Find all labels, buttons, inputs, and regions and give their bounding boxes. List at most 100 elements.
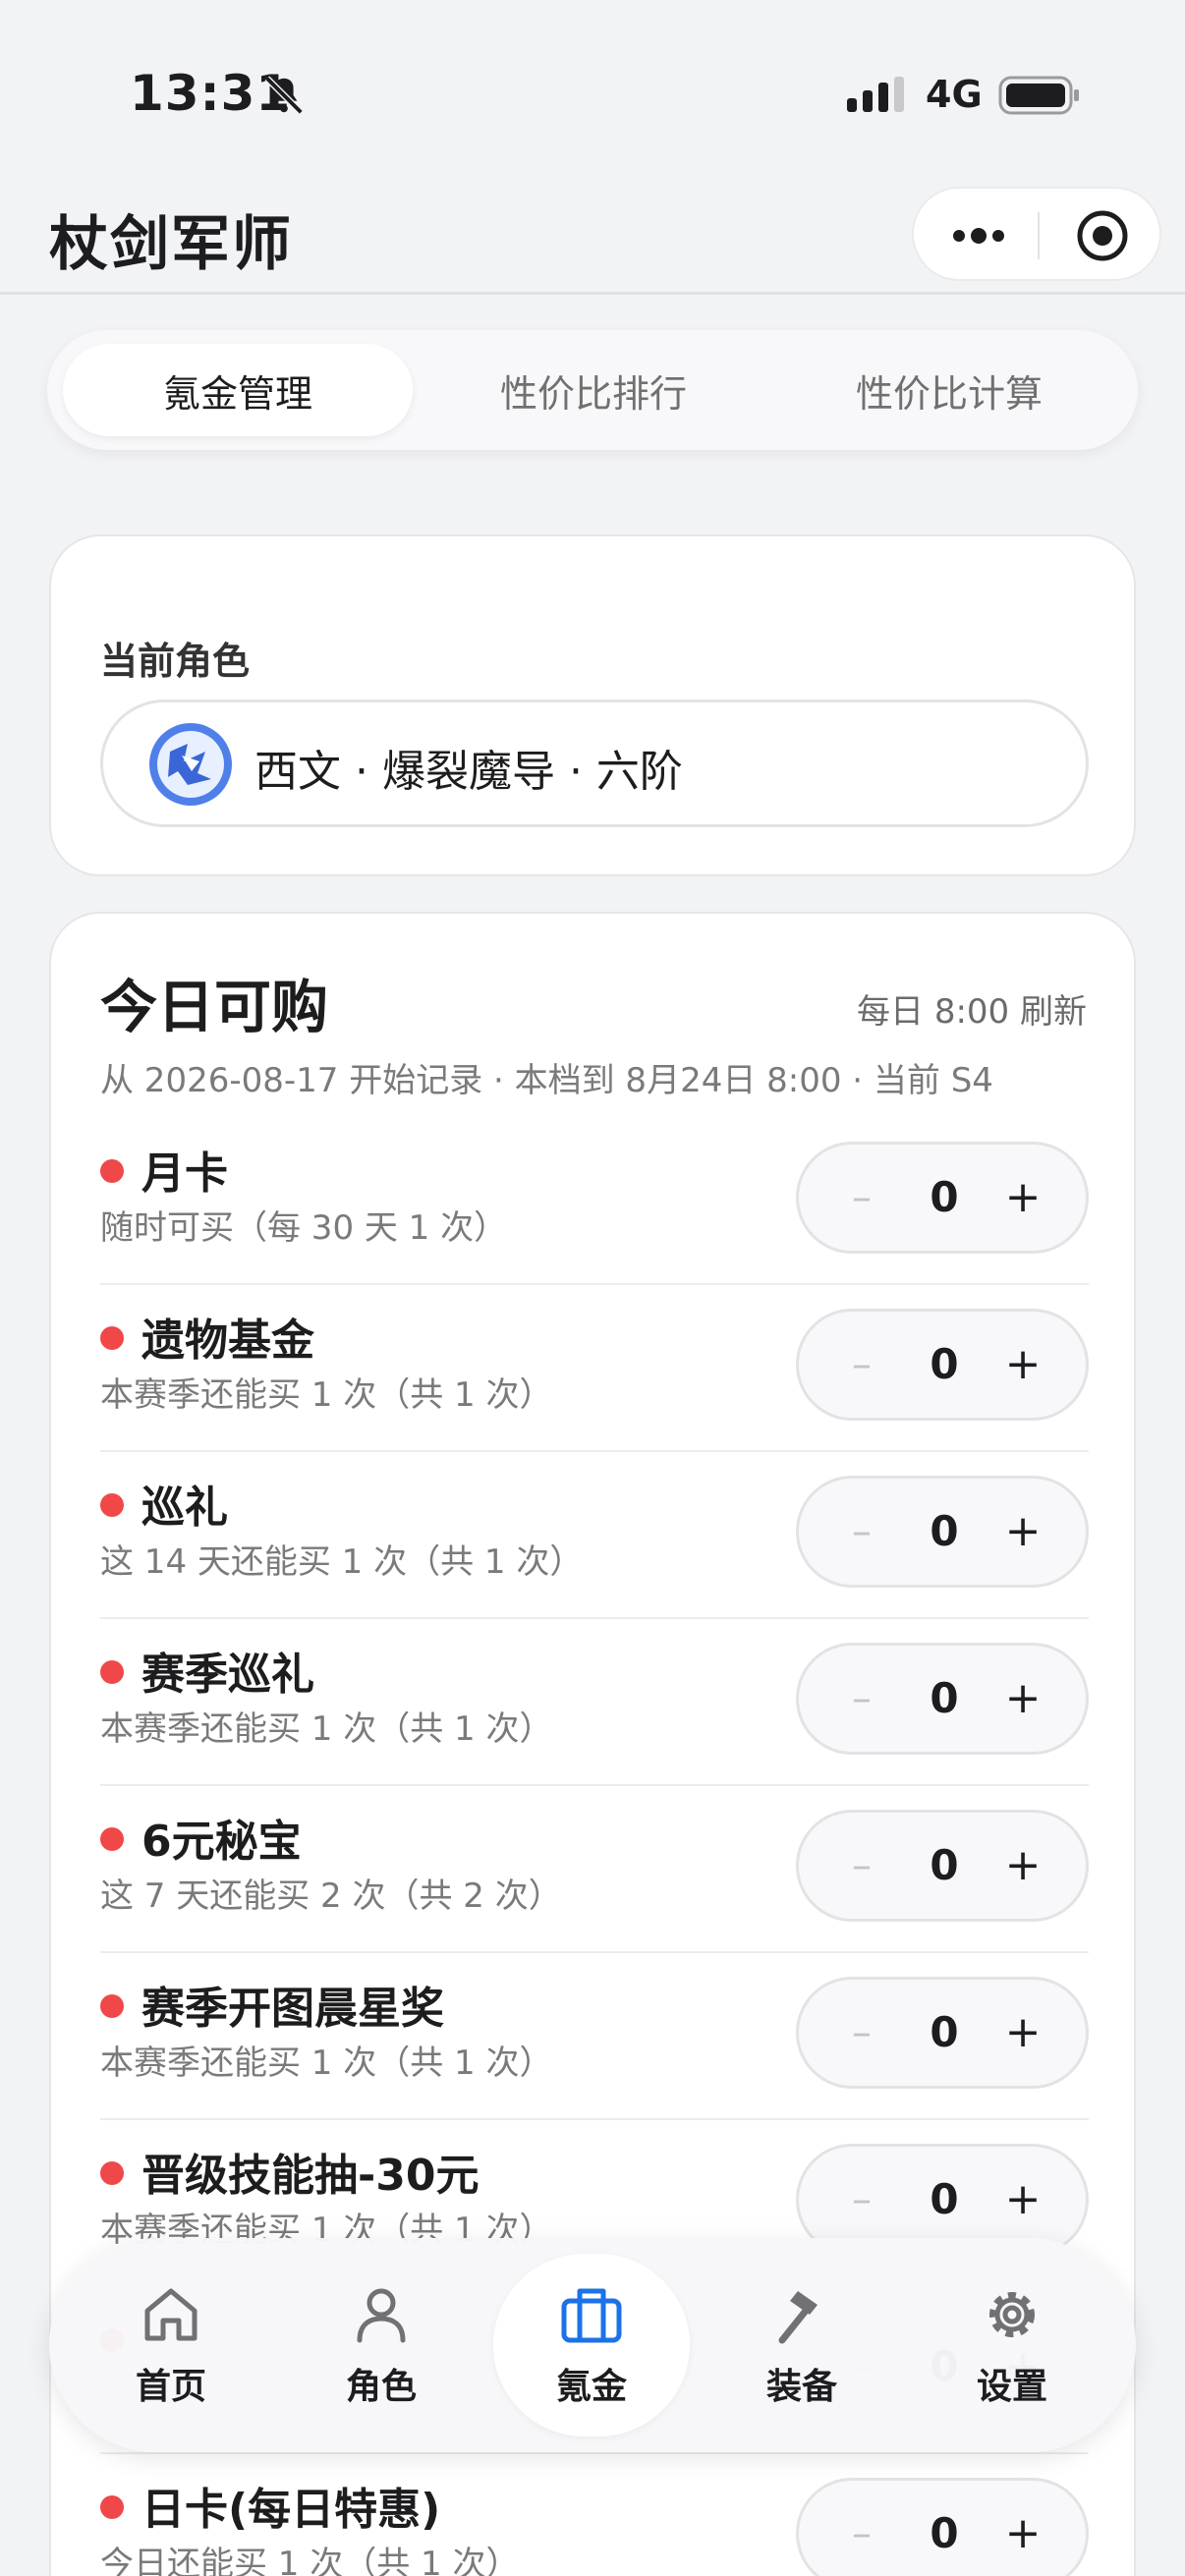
- quantity-value: 0: [930, 1841, 959, 1889]
- tabbar-label: 设置: [976, 2367, 1047, 2407]
- quantity-value: 0: [930, 1674, 959, 1722]
- status-dot: [100, 2495, 124, 2519]
- purchase-item: 日卡(每日特惠) 今日还能买 1 次（共 1 次） – 0 +: [100, 2454, 1089, 2576]
- status-dot: [100, 1326, 124, 1350]
- hammer-icon: [778, 2291, 818, 2344]
- role-selector[interactable]: 西文 · 爆裂魔导 · 六阶: [100, 700, 1089, 827]
- role-avatar-icon: [149, 723, 232, 806]
- purchase-item: 月卡 随时可买（每 30 天 1 次） – 0 +: [100, 1118, 1089, 1285]
- purchase-item: 6元秘宝 这 7 天还能买 2 次（共 2 次） – 0 +: [100, 1786, 1089, 1953]
- status-dot: [100, 1827, 124, 1851]
- increment-button[interactable]: +: [993, 1832, 1052, 1899]
- item-name: 日卡(每日特惠): [141, 2485, 441, 2535]
- quantity-value: 0: [930, 2175, 959, 2223]
- decrement-button[interactable]: –: [832, 1500, 891, 1563]
- increment-button[interactable]: +: [993, 2166, 1052, 2233]
- bell-muted-icon: [264, 76, 304, 115]
- capsule-divider: [1038, 212, 1040, 259]
- quantity-stepper: – 0 +: [796, 1476, 1089, 1588]
- item-name: 月卡: [141, 1148, 228, 1199]
- battery-icon: [998, 76, 1079, 115]
- status-bar: 13:31 4G: [0, 0, 1185, 187]
- increment-button[interactable]: +: [993, 1498, 1052, 1565]
- tabbar-recharge[interactable]: 氪金: [493, 2254, 690, 2436]
- refresh-note: 每日 8:00 刷新: [857, 992, 1087, 1032]
- miniapp-capsule: [912, 187, 1161, 281]
- role-label: 当前角色: [100, 640, 251, 683]
- purchase-item: 巡礼 这 14 天还能买 1 次（共 1 次） – 0 +: [100, 1452, 1089, 1619]
- person-icon: [357, 2288, 406, 2343]
- item-name: 赛季巡礼: [141, 1650, 314, 1700]
- tab-value-calculator[interactable]: 性价比计算: [774, 344, 1124, 436]
- item-name: 巡礼: [141, 1483, 228, 1533]
- quantity-value: 0: [930, 2509, 959, 2557]
- increment-button[interactable]: +: [993, 1164, 1052, 1231]
- increment-button[interactable]: +: [993, 1331, 1052, 1398]
- item-desc: 本赛季还能买 1 次（共 1 次）: [100, 1375, 553, 1415]
- quantity-stepper: – 0 +: [796, 1309, 1089, 1421]
- item-desc: 本赛季还能买 1 次（共 1 次）: [100, 2044, 553, 2083]
- quantity-value: 0: [930, 2008, 959, 2056]
- purchase-item: 遗物基金 本赛季还能买 1 次（共 1 次） – 0 +: [100, 1285, 1089, 1452]
- segment-tabs: 氪金管理 性价比排行 性价比计算: [47, 330, 1138, 450]
- quantity-value: 0: [930, 1507, 959, 1555]
- quantity-value: 0: [930, 1340, 959, 1388]
- item-name: 晋级技能抽-30元: [141, 2151, 480, 2201]
- section-title: 今日可购: [100, 974, 329, 1040]
- tabbar-label: 角色: [345, 2367, 417, 2407]
- quantity-stepper: – 0 +: [796, 1810, 1089, 1922]
- decrement-button[interactable]: –: [832, 1667, 891, 1730]
- wallet-icon: [561, 2288, 622, 2343]
- nav-bar: 杖剑军师: [0, 187, 1185, 295]
- signal-icon: [847, 77, 904, 112]
- tabbar-role[interactable]: 角色: [283, 2254, 480, 2436]
- decrement-button[interactable]: –: [832, 1834, 891, 1897]
- item-desc: 今日还能买 1 次（共 1 次）: [100, 2545, 520, 2576]
- tabbar-label: 装备: [765, 2367, 837, 2407]
- quantity-stepper: – 0 +: [796, 1643, 1089, 1755]
- tabbar-home[interactable]: 首页: [73, 2254, 269, 2436]
- item-desc: 本赛季还能买 1 次（共 1 次）: [100, 1709, 553, 1749]
- status-dot: [100, 1994, 124, 2018]
- decrement-button[interactable]: –: [832, 1333, 891, 1396]
- item-desc: 这 14 天还能买 1 次（共 1 次）: [100, 1542, 584, 1582]
- increment-button[interactable]: +: [993, 1999, 1052, 2066]
- tabbar-equipment[interactable]: 装备: [704, 2254, 900, 2436]
- app-title: 杖剑军师: [49, 210, 293, 279]
- status-dot: [100, 1660, 124, 1684]
- quantity-value: 0: [930, 1173, 959, 1221]
- item-name: 遗物基金: [141, 1316, 314, 1366]
- increment-button[interactable]: +: [993, 2500, 1052, 2567]
- tabbar-label: 首页: [135, 2367, 206, 2407]
- decrement-button[interactable]: –: [832, 2168, 891, 2231]
- more-icon[interactable]: [949, 214, 1008, 257]
- tabbar-settings[interactable]: 设置: [914, 2254, 1110, 2436]
- home-icon: [144, 2288, 198, 2341]
- item-name: 赛季开图晨星奖: [141, 1984, 444, 2034]
- status-dot: [100, 1159, 124, 1183]
- role-card: 当前角色 西文 · 爆裂魔导 · 六阶: [49, 534, 1136, 876]
- bottom-tab-bar: 首页 角色 氪金 装备 设置: [49, 2238, 1136, 2452]
- role-name: 西文 · 爆裂魔导 · 六阶: [254, 747, 683, 797]
- gear-icon: [989, 2292, 1035, 2337]
- decrement-button[interactable]: –: [832, 2502, 891, 2565]
- item-desc: 这 7 天还能买 2 次（共 2 次）: [100, 1876, 562, 1916]
- record-subtitle: 从 2026-08-17 开始记录 · 本档到 8月24日 8:00 · 当前 …: [100, 1061, 993, 1100]
- item-desc: 随时可买（每 30 天 1 次）: [100, 1208, 508, 1248]
- decrement-button[interactable]: –: [832, 2001, 891, 2064]
- decrement-button[interactable]: –: [832, 1166, 891, 1229]
- increment-button[interactable]: +: [993, 1665, 1052, 1732]
- tab-value-ranking[interactable]: 性价比排行: [419, 344, 768, 436]
- network-type: 4G: [926, 73, 983, 116]
- status-dot: [100, 1493, 124, 1517]
- quantity-stepper: – 0 +: [796, 1977, 1089, 2089]
- item-name: 6元秘宝: [141, 1817, 302, 1867]
- quantity-stepper: – 0 +: [796, 1142, 1089, 1254]
- tab-recharge-management[interactable]: 氪金管理: [63, 344, 413, 436]
- status-dot: [100, 2161, 124, 2185]
- close-target-icon[interactable]: [1075, 208, 1130, 263]
- quantity-stepper: – 0 +: [796, 2478, 1089, 2576]
- purchase-item: 赛季巡礼 本赛季还能买 1 次（共 1 次） – 0 +: [100, 1619, 1089, 1786]
- tabbar-label: 氪金: [555, 2367, 627, 2407]
- purchase-item: 赛季开图晨星奖 本赛季还能买 1 次（共 1 次） – 0 +: [100, 1953, 1089, 2120]
